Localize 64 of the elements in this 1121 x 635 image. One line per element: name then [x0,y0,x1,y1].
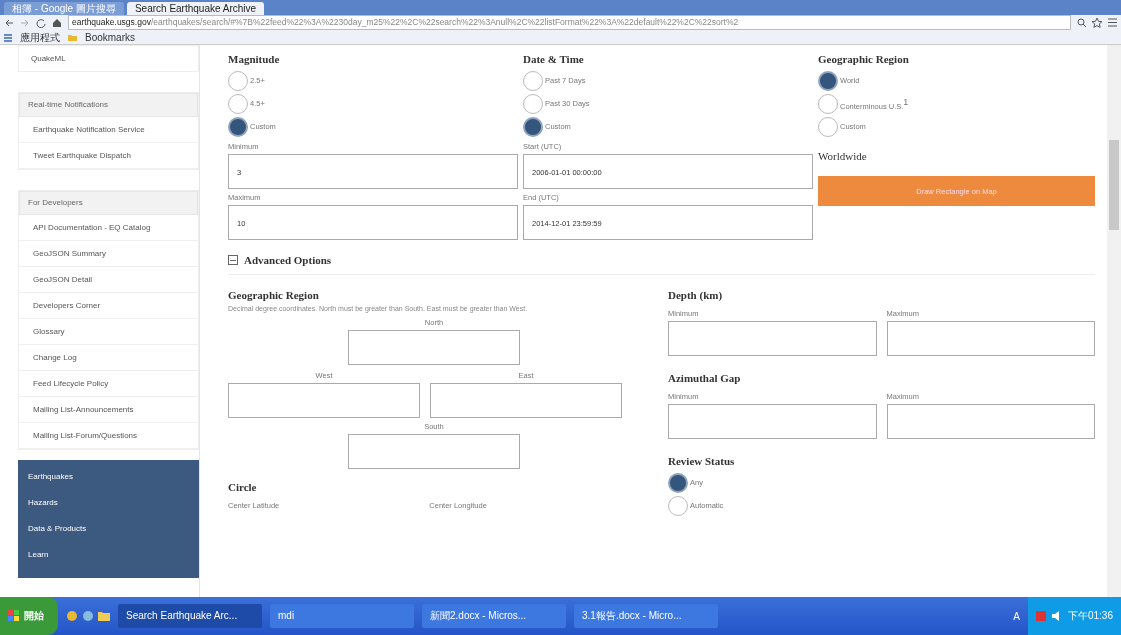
home-icon[interactable] [52,17,62,28]
nav-link[interactable]: Hazards [18,490,199,516]
region-summary: Worldwide [818,150,868,162]
section-heading: Date & Time [523,53,585,65]
sidebar-header: For Developers [19,191,198,215]
radio-button[interactable] [228,116,248,137]
section-heading: Depth (km) [668,289,724,301]
radio-button[interactable] [668,495,688,516]
radio-button[interactable] [228,93,248,114]
input-field[interactable] [348,434,520,469]
radio-button[interactable] [818,93,838,114]
section-heading: Circle [228,481,258,493]
forward-icon[interactable] [20,18,30,27]
radio-button[interactable] [523,116,543,137]
browser-tab[interactable]: Search Earthquake Archive [126,1,265,15]
collapse-toggle-icon[interactable] [228,255,238,265]
radio-button[interactable] [523,70,543,91]
input-field[interactable] [886,404,1095,439]
taskbar-window-button[interactable]: Search Earthquake Arc... [118,604,262,628]
radio-button[interactable] [668,472,688,493]
media-icon[interactable] [82,610,94,622]
start-button[interactable]: 開始 [0,597,58,635]
radio-button[interactable] [523,93,543,114]
star-icon[interactable] [1092,17,1102,28]
taskbar-window-button[interactable]: 新聞2.docx - Micros... [422,604,566,628]
browser-icon[interactable] [66,610,78,622]
radio-button[interactable] [228,70,248,91]
section-heading: Advanced Options [244,254,332,266]
sidebar-header: Real-time Notifications [19,93,198,117]
folder-icon[interactable] [68,34,77,41]
language-indicator[interactable]: A [1013,610,1020,622]
input-field[interactable] [430,383,622,418]
input-field[interactable] [348,330,520,365]
taskbar-window-button[interactable]: mdi [270,604,414,628]
nav-link[interactable]: Learn [18,542,199,568]
menu-icon[interactable] [1108,18,1117,28]
input-field[interactable] [886,321,1095,356]
section-heading: Geographic Region [818,53,910,65]
sidebar-link[interactable]: QuakeML [18,45,199,72]
back-icon[interactable] [4,18,14,27]
section-heading: Magnitude [228,53,281,65]
section-heading: Geographic Region [228,289,320,301]
radio-button[interactable] [818,70,838,91]
search-icon[interactable] [1077,18,1086,28]
section-heading: Review Status [668,455,736,467]
bookmark-link[interactable]: Bookmarks [85,32,135,43]
nav-link[interactable]: Earthquakes [18,464,199,490]
volume-icon[interactable] [1051,611,1062,621]
section-heading: Azimuthal Gap [668,372,742,384]
input-field[interactable] [668,404,877,439]
nav-link[interactable]: Data & Products [18,516,199,542]
input-field[interactable] [668,321,877,356]
tray-icon[interactable] [1035,611,1046,621]
clock: 下午01:36 [1067,609,1113,623]
apps-icon[interactable] [4,33,12,42]
folder-icon[interactable] [98,610,110,622]
scrollbar-thumb[interactable] [1109,140,1119,230]
bookmark-link[interactable]: 應用程式 [20,30,60,45]
windows-logo-icon [8,610,20,622]
taskbar-window-button[interactable]: 3.1報告.docx - Micro... [574,604,718,628]
reload-icon[interactable] [36,17,46,28]
address-bar[interactable]: earthquake.usgs.gov/earthquakes/search/#%7B%22feed%22%3A%2230day_m25%22%2C%22search%22%3Anull%2C%22listFormat%22%3A%22default%22%2C%22sort%2 [68,15,1071,31]
input-field[interactable] [228,383,420,418]
radio-button[interactable] [818,116,838,137]
